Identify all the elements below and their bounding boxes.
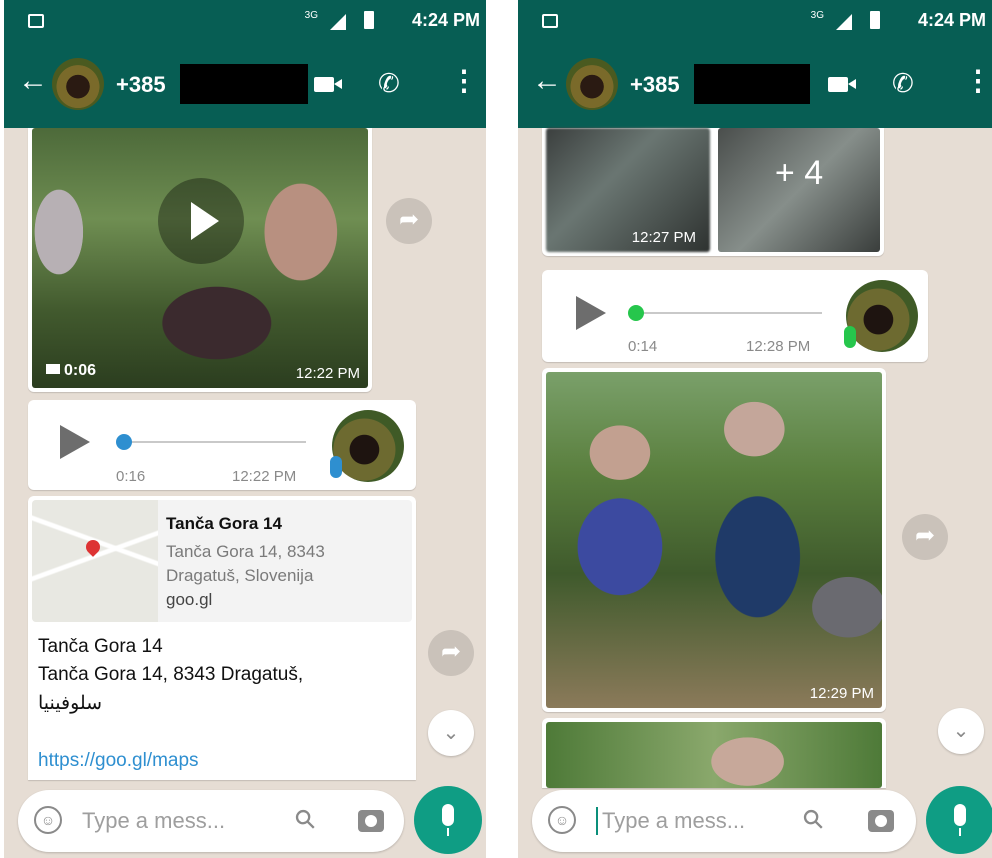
back-arrow-icon[interactable]: ← [532, 66, 562, 96]
play-voice-icon[interactable] [576, 296, 606, 330]
play-video-icon[interactable] [158, 178, 244, 264]
image-grid-message[interactable]: + 4 12:27 PM [542, 128, 884, 256]
status-time: 4:24 PM [917, 10, 986, 30]
chat-header: ← +385 ✆ ⋮ [518, 40, 992, 128]
video-camera-icon [46, 364, 60, 374]
gallery-notification-icon [28, 14, 44, 28]
grid-timestamp: 12:27 PM [631, 229, 696, 246]
more-images-count: + 4 [774, 154, 824, 192]
more-options-icon[interactable]: ⋮ [964, 66, 992, 96]
grid-image-more[interactable]: + 4 [718, 128, 880, 252]
mic-badge-icon [844, 326, 856, 348]
voice-call-icon[interactable]: ✆ [378, 68, 400, 98]
emoji-icon[interactable]: ☺ [34, 806, 62, 834]
voice-seek-track[interactable] [124, 441, 306, 443]
video-timestamp: 12:22 PM [295, 365, 360, 382]
message-text-line: سلوفينيا [38, 693, 103, 714]
voice-timestamp: 12:28 PM [746, 338, 811, 355]
contact-number[interactable]: +385 [630, 72, 680, 98]
voice-message[interactable]: 0:14 12:28 PM [542, 270, 928, 362]
contact-number[interactable]: +385 [116, 72, 166, 98]
video-call-icon[interactable] [314, 77, 342, 92]
voice-duration: 0:14 [628, 338, 658, 355]
photo-image[interactable] [546, 372, 882, 708]
video-duration-text: 0:06 [64, 362, 97, 379]
message-composer[interactable]: ☺ Type a mess... ⚲ [18, 790, 404, 852]
emoji-icon[interactable]: ☺ [548, 806, 576, 834]
voice-call-icon[interactable]: ✆ [892, 68, 914, 98]
video-duration: 0:06 [46, 362, 96, 380]
attach-icon[interactable]: ⚲ [796, 802, 831, 837]
status-bar: 3G 4:24 PM [518, 0, 992, 40]
voice-message[interactable]: 0:16 12:22 PM [28, 400, 416, 490]
signal-icon [330, 14, 346, 30]
voice-duration: 0:16 [116, 468, 146, 485]
more-options-icon[interactable]: ⋮ [450, 66, 478, 96]
record-voice-button[interactable] [926, 786, 992, 854]
location-message[interactable]: Tanča Gora 14 Tanča Gora 14, 8343 Dragat… [28, 496, 416, 780]
redaction-bar [694, 64, 810, 104]
photo-message[interactable]: 12:29 PM [542, 368, 886, 712]
sender-avatar [332, 410, 404, 482]
message-input[interactable]: Type a mess... [82, 808, 225, 834]
network-type: 3G [810, 10, 824, 21]
left-phone-screen: 3G 4:24 PM ← +385 ✆ ⋮ 0:06 12:22 PM 0:16… [4, 0, 486, 858]
message-text-line: Tanča Gora 14, 8343 Dragatuš, [38, 664, 304, 685]
scroll-down-icon[interactable]: ⌄ [428, 710, 474, 756]
voice-seek-handle[interactable] [628, 305, 644, 321]
contact-avatar[interactable] [566, 58, 618, 110]
video-message[interactable]: 0:06 12:22 PM [28, 128, 372, 392]
forward-icon[interactable] [428, 630, 474, 676]
right-phone-screen: 3G 4:24 PM ← +385 ✆ ⋮ + 4 12:27 PM 0:14 … [518, 0, 992, 858]
location-address: Tanča Gora 14, 8343 Dragatuš, Slovenija [166, 542, 325, 585]
mic-badge-icon [330, 456, 342, 478]
map-thumbnail[interactable] [32, 500, 158, 622]
location-preview-card[interactable]: Tanča Gora 14 Tanča Gora 14, 8343 Dragat… [32, 500, 412, 622]
video-call-icon[interactable] [828, 77, 856, 92]
photo-message[interactable] [542, 718, 886, 788]
photo-timestamp: 12:29 PM [809, 685, 874, 702]
maps-link[interactable]: https://goo.gl/maps [38, 750, 199, 772]
chat-header: ← +385 ✆ ⋮ [4, 40, 486, 128]
battery-icon [364, 11, 374, 29]
camera-icon[interactable] [358, 810, 384, 832]
sender-avatar [846, 280, 918, 352]
status-time: 4:24 PM [411, 10, 480, 30]
forward-icon[interactable] [386, 198, 432, 244]
forward-icon[interactable] [902, 514, 948, 560]
voice-seek-track[interactable] [642, 312, 822, 314]
back-arrow-icon[interactable]: ← [18, 66, 48, 96]
scroll-down-icon[interactable]: ⌄ [938, 708, 984, 754]
redaction-bar [180, 64, 308, 104]
voice-seek-handle[interactable] [116, 434, 132, 450]
message-composer[interactable]: ☺ Type a mess... ⚲ [532, 790, 916, 852]
message-text-line: Tanča Gora 14 [38, 636, 163, 657]
location-title: Tanča Gora 14 [166, 514, 282, 533]
text-cursor [596, 807, 598, 835]
message-input[interactable]: Type a mess... [602, 808, 745, 834]
attach-icon[interactable]: ⚲ [288, 802, 323, 837]
signal-icon [836, 14, 852, 30]
status-bar: 3G 4:24 PM [4, 0, 486, 40]
play-voice-icon[interactable] [60, 425, 90, 459]
record-voice-button[interactable] [414, 786, 482, 854]
location-domain: goo.gl [166, 590, 213, 609]
network-type: 3G [304, 10, 318, 21]
battery-icon [870, 11, 880, 29]
voice-timestamp: 12:22 PM [232, 468, 297, 485]
photo-image[interactable] [546, 722, 882, 788]
gallery-notification-icon [542, 14, 558, 28]
map-pin-icon [83, 537, 103, 557]
camera-icon[interactable] [868, 810, 894, 832]
contact-avatar[interactable] [52, 58, 104, 110]
